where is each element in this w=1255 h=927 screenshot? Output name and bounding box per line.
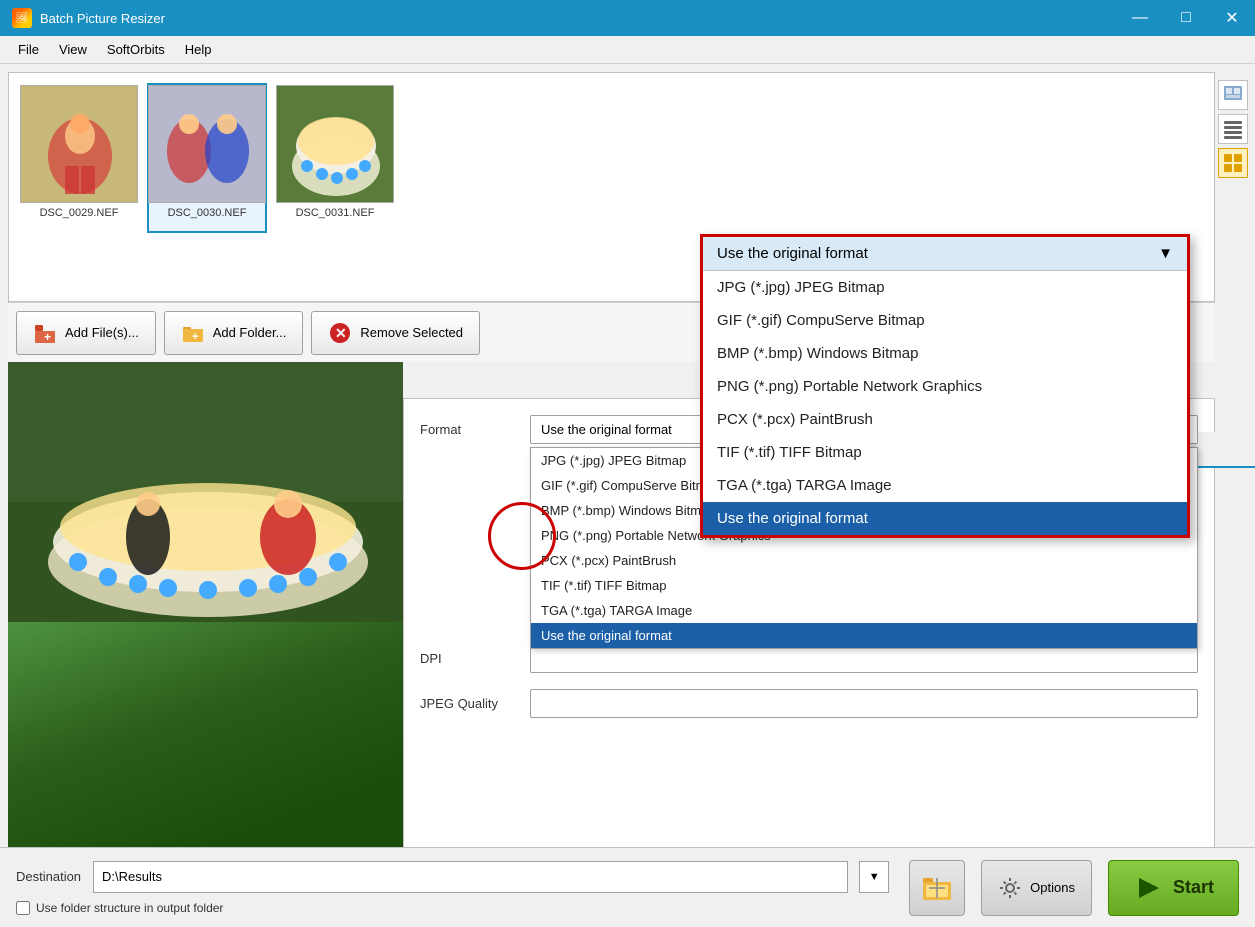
- options-button[interactable]: Options: [981, 860, 1092, 916]
- menu-file[interactable]: File: [8, 38, 49, 61]
- big-dd-bmp[interactable]: BMP (*.bmp) Windows Bitmap: [703, 337, 1187, 370]
- image-thumb-1[interactable]: DSC_0029.NEF: [19, 83, 139, 233]
- big-dd-pcx[interactable]: PCX (*.pcx) PaintBrush: [703, 403, 1187, 436]
- sidebar-gallery-btn[interactable]: [1218, 80, 1248, 110]
- folder-structure-checkbox[interactable]: [16, 901, 30, 915]
- small-dd-tga[interactable]: TGA (*.tga) TARGA Image: [531, 598, 1197, 623]
- preview-image: [8, 362, 403, 919]
- maximize-button[interactable]: □: [1163, 0, 1209, 36]
- thumb-label-1: DSC_0029.NEF: [40, 207, 119, 219]
- svg-text:✕: ✕: [335, 325, 347, 341]
- menu-bar: File View SoftOrbits Help: [0, 36, 1255, 64]
- thumbnail-image-3: [276, 85, 394, 203]
- format-label: Format: [420, 422, 530, 437]
- thumbnail-image-1: [20, 85, 138, 203]
- menu-softorbits[interactable]: SoftOrbits: [97, 38, 175, 61]
- big-dd-png[interactable]: PNG (*.png) Portable Network Graphics: [703, 370, 1187, 403]
- big-dropdown-chevron-icon: ▼: [1158, 245, 1173, 262]
- bottom-bar: Destination ▼ Use folder structure in ou…: [0, 847, 1255, 927]
- format-select-value: Use the original format: [541, 422, 672, 437]
- window-controls: — □ ✕: [1117, 0, 1255, 36]
- small-dd-original[interactable]: Use the original format: [531, 623, 1197, 648]
- add-folder-icon: +: [181, 321, 205, 345]
- image-thumb-2[interactable]: DSC_0030.NEF: [147, 83, 267, 233]
- thumb-label-2: DSC_0030.NEF: [168, 207, 247, 219]
- svg-text:+: +: [44, 330, 51, 344]
- destination-input[interactable]: [93, 861, 848, 893]
- big-dd-jpg[interactable]: JPG (*.jpg) JPEG Bitmap: [703, 271, 1187, 304]
- big-dropdown-header-text: Use the original format: [717, 245, 868, 262]
- start-button[interactable]: Start: [1108, 860, 1239, 916]
- add-folder-button[interactable]: + Add Folder...: [164, 311, 304, 355]
- jpeg-quality-row: JPEG Quality: [420, 689, 1198, 718]
- jpeg-quality-input[interactable]: [530, 689, 1198, 718]
- big-dd-original[interactable]: Use the original format: [703, 502, 1187, 535]
- close-button[interactable]: ✕: [1209, 0, 1255, 36]
- image-thumb-3[interactable]: DSC_0031.NEF: [275, 83, 395, 233]
- app-icon: 🖼: [12, 8, 32, 28]
- right-sidebar: [1215, 72, 1251, 919]
- dpi-label: DPI: [420, 651, 530, 666]
- app-title: Batch Picture Resizer: [40, 11, 165, 26]
- big-dd-tga[interactable]: TGA (*.tga) TARGA Image: [703, 469, 1187, 502]
- start-label: Start: [1173, 877, 1214, 898]
- svg-text:+: +: [192, 331, 198, 343]
- jpeg-quality-control: [530, 689, 1198, 718]
- add-files-icon: +: [33, 321, 57, 345]
- big-dd-tif[interactable]: TIF (*.tif) TIFF Bitmap: [703, 436, 1187, 469]
- add-files-button[interactable]: + Add File(s)...: [16, 311, 156, 355]
- menu-help[interactable]: Help: [175, 38, 222, 61]
- minimize-button[interactable]: —: [1117, 0, 1163, 36]
- menu-view[interactable]: View: [49, 38, 97, 61]
- large-preview: [8, 362, 403, 919]
- options-label: Options: [1030, 880, 1075, 895]
- remove-selected-button[interactable]: ✕ Remove Selected: [311, 311, 480, 355]
- sidebar-list-btn[interactable]: [1218, 114, 1248, 144]
- sidebar-grid-btn[interactable]: [1218, 148, 1248, 178]
- browse-destination-button[interactable]: [909, 860, 965, 916]
- small-dd-pcx[interactable]: PCX (*.pcx) PaintBrush: [531, 548, 1197, 573]
- destination-chevron[interactable]: ▼: [859, 861, 889, 893]
- big-dropdown-header[interactable]: Use the original format ▼: [703, 237, 1187, 271]
- destination-label: Destination: [16, 869, 81, 884]
- remove-icon: ✕: [328, 321, 352, 345]
- folder-structure-label: Use folder structure in output folder: [36, 901, 223, 915]
- small-dd-tif[interactable]: TIF (*.tif) TIFF Bitmap: [531, 573, 1197, 598]
- format-dropdown-big: Use the original format ▼ JPG (*.jpg) JP…: [700, 234, 1190, 538]
- title-bar: 🖼 Batch Picture Resizer — □ ✕: [0, 0, 1255, 36]
- big-dd-gif[interactable]: GIF (*.gif) CompuServe Bitmap: [703, 304, 1187, 337]
- thumb-label-3: DSC_0031.NEF: [296, 207, 375, 219]
- jpeg-quality-label: JPEG Quality: [420, 696, 530, 711]
- thumbnail-image-2: [148, 85, 266, 203]
